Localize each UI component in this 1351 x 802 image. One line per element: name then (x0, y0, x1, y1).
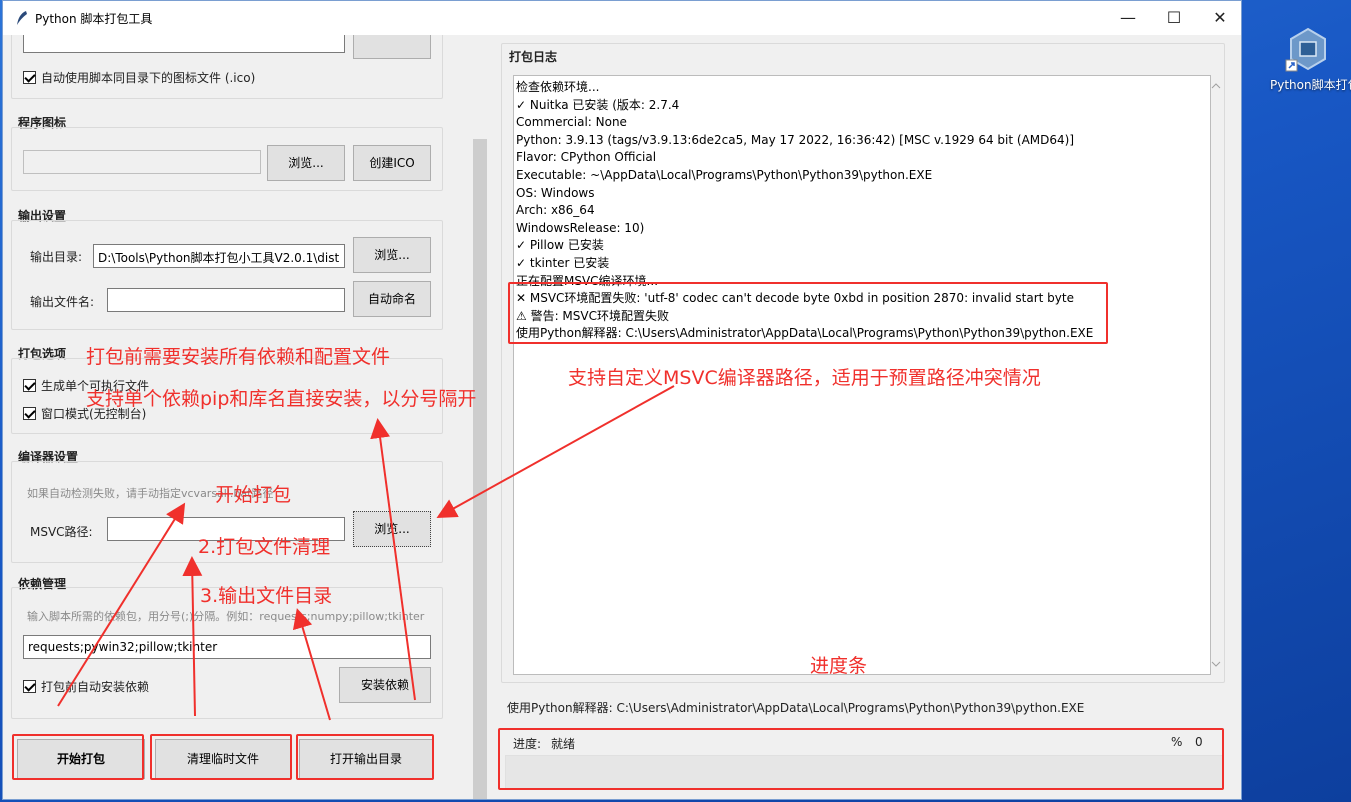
clean-temp-button[interactable]: 清理临时文件 (155, 739, 291, 779)
compiler-hint: 如果自动检测失败，请手动指定vcvarsall.bat路径 (27, 487, 274, 500)
deps-hint: 输入脚本所需的依赖包，用分号(;)分隔。例如：requests;numpy;pi… (27, 610, 425, 623)
log-line: OS: Windows (516, 185, 595, 200)
icon-browse-button[interactable]: 浏览... (267, 145, 345, 181)
percent-value: 0 (1195, 735, 1203, 749)
log-line: WindowsRelease: 10) (516, 220, 645, 235)
install-deps-button[interactable]: 安装依赖 (339, 667, 431, 703)
percent-sign: % (1171, 735, 1183, 749)
output-filename-input[interactable] (107, 288, 345, 312)
interpreter-status: 使用Python解释器: C:\Users\Administrator\AppD… (507, 701, 1085, 715)
log-line: ✓ Pillow 已安装 (516, 238, 604, 253)
script-path-input[interactable] (23, 35, 345, 53)
desktop-shortcut-label: Python脚本打包小工... (1270, 78, 1351, 92)
maximize-button[interactable]: ☐ (1151, 1, 1197, 35)
feather-icon (15, 10, 29, 26)
log-line: ✓ tkinter 已安装 (516, 255, 610, 270)
window-title: Python 脚本打包工具 (35, 12, 153, 26)
msvc-path-label: MSVC路径: (30, 525, 93, 539)
log-line: Flavor: CPython Official (516, 150, 657, 165)
output-filename-label: 输出文件名: (30, 295, 95, 309)
log-line: 检查依赖环境... (516, 80, 600, 94)
log-output[interactable]: 检查依赖环境... ✓ Nuitka 已安装 (版本: 2.7.4 Commerci… (513, 75, 1211, 675)
minimize-icon: — (1120, 8, 1136, 27)
output-dir-input[interactable]: D:\Tools\Python脚本打包小工具V2.0.1\dist (93, 244, 345, 268)
settings-panel: 自动使用脚本同目录下的图标文件 (.ico) 程序图标 浏览... 创建ICO … (3, 35, 475, 799)
log-line: ✕ MSVC环境配置失败: 'utf-8' codec can't decode… (516, 291, 1074, 306)
deps-input[interactable]: requests;pywin32;pillow;tkinter (23, 635, 431, 659)
log-panel: 打包日志 检查依赖环境... ✓ Nuitka 已安装 (版本: 2.7.4 Com… (493, 35, 1241, 799)
log-line: 使用Python解释器: C:\Users\Administrator\AppD… (516, 326, 1094, 341)
close-button[interactable]: ✕ (1197, 1, 1241, 35)
onefile-checkbox[interactable]: 生成单个可执行文件 (23, 377, 149, 394)
progress-state: 就绪 (551, 737, 576, 751)
checkbox-check-icon (23, 407, 36, 420)
log-line: Commercial: None (516, 115, 627, 130)
progress-bar (505, 755, 1223, 789)
log-line: ⚠ 警告: MSVC环境配置失败 (516, 308, 669, 323)
log-title: 打包日志 (509, 50, 558, 64)
progress-label: 进度: (513, 737, 542, 751)
auto-install-label: 打包前自动安装依赖 (41, 680, 150, 694)
onefile-label: 生成单个可执行文件 (41, 379, 150, 393)
start-pack-button[interactable]: 开始打包 (17, 739, 145, 779)
auto-icon-label: 自动使用脚本同目录下的图标文件 (.ico) (41, 71, 256, 85)
app-window: Python 脚本打包工具 — ☐ ✕ 自动使用脚本同目录下的图标文件 (.ic… (2, 0, 1242, 800)
output-browse-button[interactable]: 浏览... (353, 237, 431, 273)
output-dir-label: 输出目录: (30, 250, 83, 264)
icon-path-input[interactable] (23, 150, 261, 174)
auto-name-button[interactable]: 自动命名 (353, 281, 431, 317)
app-shortcut-icon (1285, 26, 1331, 72)
maximize-icon: ☐ (1166, 8, 1182, 27)
desktop-shortcut[interactable]: Python脚本打包小工... (1270, 26, 1351, 92)
open-output-button[interactable]: 打开输出目录 (299, 739, 433, 779)
msvc-path-input[interactable] (107, 517, 345, 541)
checkbox-check-icon (23, 379, 36, 392)
log-line: Python: 3.9.13 (tags/v3.9.13:6de2ca5, Ma… (516, 132, 1075, 147)
auto-icon-checkbox[interactable]: 自动使用脚本同目录下的图标文件 (.ico) (23, 69, 255, 86)
checkbox-check-icon (23, 71, 36, 84)
log-line: Arch: x86_64 (516, 203, 595, 218)
close-icon: ✕ (1213, 8, 1227, 27)
create-ico-button[interactable]: 创建ICO (353, 145, 431, 181)
checkbox-check-icon (23, 680, 36, 693)
pack-options-group (11, 358, 443, 434)
windowed-label: 窗口模式(无控制台) (41, 407, 147, 421)
settings-scroll-thumb[interactable] (473, 139, 487, 799)
log-line: ✓ Nuitka 已安装 (版本: 2.7.4 (516, 97, 680, 112)
msvc-browse-button[interactable]: 浏览... (353, 511, 431, 547)
top-browse-button[interactable] (353, 35, 431, 59)
log-line: 正在配置MSVC编译环境... (516, 273, 659, 288)
minimize-button[interactable]: — (1105, 1, 1151, 35)
log-scrollbar[interactable] (1207, 76, 1225, 674)
log-line: Executable: ~\AppData\Local\Programs\Pyt… (516, 167, 933, 182)
auto-install-checkbox[interactable]: 打包前自动安装依赖 (23, 678, 149, 695)
windowed-checkbox[interactable]: 窗口模式(无控制台) (23, 405, 146, 422)
title-bar: Python 脚本打包工具 — ☐ ✕ (3, 1, 1241, 35)
settings-scrollbar[interactable] (471, 35, 489, 799)
